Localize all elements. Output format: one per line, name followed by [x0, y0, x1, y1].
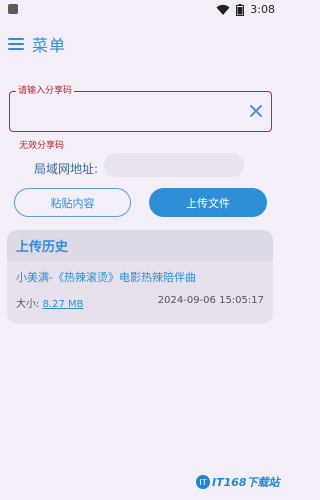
menu-title[interactable]: 菜单: [32, 32, 66, 56]
clear-icon[interactable]: [249, 104, 263, 118]
size-label: 大小:: [16, 299, 40, 310]
paste-button[interactable]: 粘贴内容: [14, 188, 131, 217]
wifi-icon: [216, 4, 230, 15]
share-code-error: 无效分享码: [19, 141, 65, 151]
list-item[interactable]: 小美满-《热辣滚烫》电影热辣陪伴曲 大小: 8.27 MB 2024-09-06…: [7, 261, 273, 318]
notification-icon: [8, 4, 18, 14]
size-value[interactable]: 8.27 MB: [43, 299, 84, 310]
status-right: 3:08: [216, 3, 275, 16]
lan-address-label: 局域网地址:: [34, 162, 99, 176]
watermark-text: IT168下载站: [212, 476, 280, 489]
top-bar: 菜单: [8, 32, 66, 56]
upload-button[interactable]: 上传文件: [149, 188, 267, 217]
lan-address-field: [104, 153, 244, 177]
history-item-title[interactable]: 小美满-《热辣滚烫》电影热辣陪伴曲: [16, 269, 264, 285]
share-code-input[interactable]: [9, 91, 272, 132]
share-code-label: 请输入分享码: [16, 85, 75, 97]
history-item-datetime: 2024-09-06 15:05:17: [157, 295, 264, 306]
watermark-logo: IT: [196, 475, 210, 489]
upload-history-card: 上传历史 小美满-《热辣滚烫》电影热辣陪伴曲 大小: 8.27 MB 2024-…: [7, 230, 273, 324]
status-bar: 3:08: [0, 0, 281, 22]
menu-icon[interactable]: [8, 38, 24, 50]
watermark: IT IT168下载站: [196, 474, 280, 490]
upload-history-title: 上传历史: [7, 230, 273, 261]
status-time: 3:08: [250, 3, 275, 16]
battery-icon: [236, 3, 245, 16]
